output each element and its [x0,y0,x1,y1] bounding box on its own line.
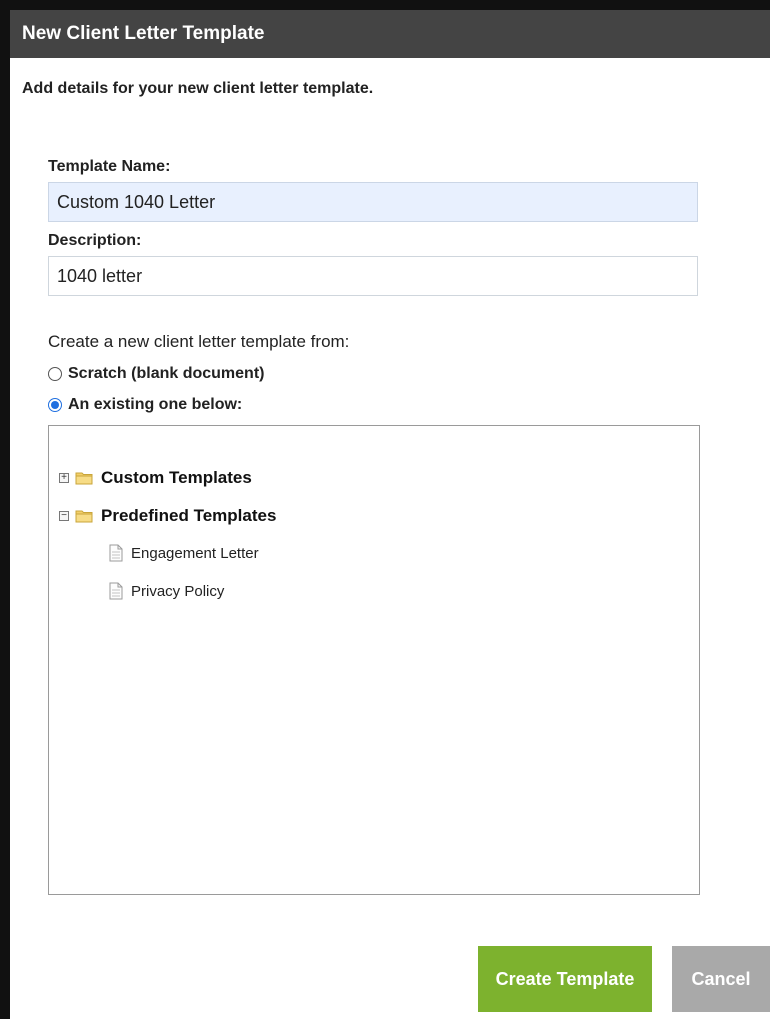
tree-item-engagement-letter[interactable]: Engagement Letter [109,544,259,562]
tree-folder-predefined[interactable]: − Predefined Templates [59,506,276,526]
tree-folder-label: Custom Templates [101,468,252,487]
tree-folder-custom[interactable]: + Custom Templates [59,468,252,488]
document-icon [109,544,123,562]
collapse-minus-icon[interactable]: − [59,511,69,521]
tree-item-label: Engagement Letter [131,544,259,562]
radio-option-label: Scratch (blank document) [68,365,265,382]
tree-item-label: Privacy Policy [131,582,225,600]
dialog-intro-text: Add details for your new client letter t… [22,80,374,97]
new-template-dialog: New Client Letter Template Add details f… [0,0,770,1019]
tree-folder-label: Predefined Templates [101,506,277,525]
tree-item-privacy-policy[interactable]: Privacy Policy [109,582,224,600]
radio-option-scratch[interactable]: Scratch (blank document) [48,365,264,383]
radio-unchecked-icon[interactable] [48,367,62,381]
cancel-button[interactable]: Cancel [672,946,770,1012]
radio-checked-icon[interactable] [48,398,62,412]
expand-plus-icon[interactable]: + [59,473,69,483]
description-input[interactable]: 1040 letter [48,256,698,296]
radio-option-existing[interactable]: An existing one below: [48,396,242,414]
template-tree: + Custom Templates − Predefined Template… [48,425,700,895]
description-label: Description: [48,232,142,249]
folder-icon [75,472,93,485]
radio-option-label: An existing one below: [68,396,243,413]
template-name-input[interactable]: Custom 1040 Letter [48,182,698,222]
source-prompt-text: Create a new client letter template from… [48,332,350,351]
document-icon [109,582,123,600]
create-template-button[interactable]: Create Template [478,946,652,1012]
template-name-label: Template Name: [48,158,171,175]
dialog-title: New Client Letter Template [10,10,770,58]
folder-open-icon [75,510,93,523]
